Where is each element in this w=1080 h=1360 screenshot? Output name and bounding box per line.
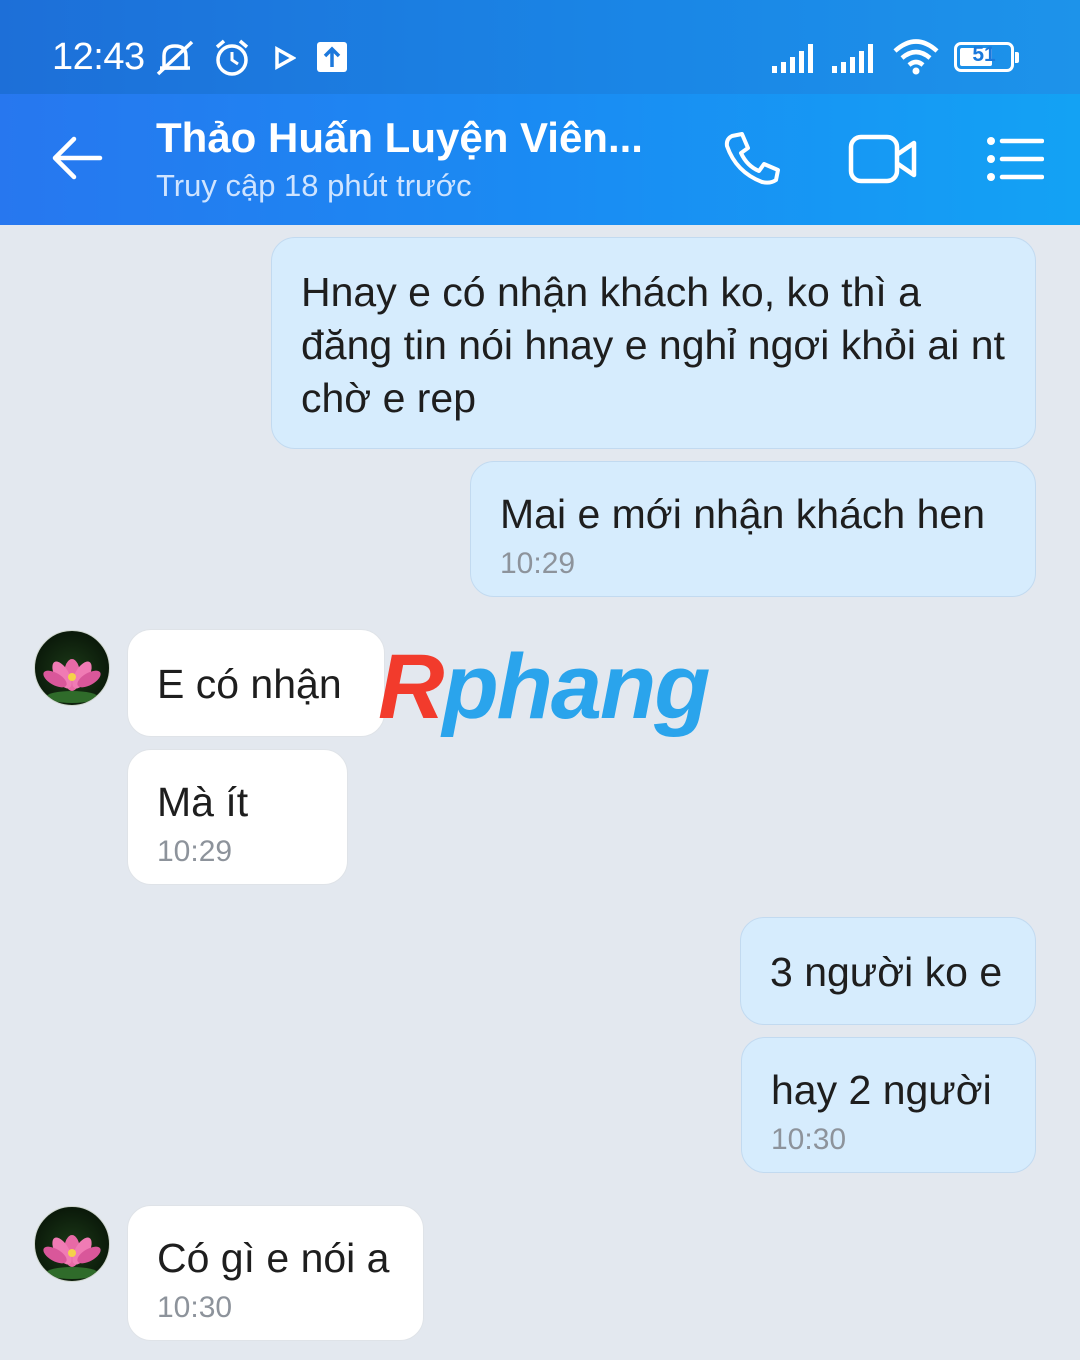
message-time: 10:30 bbox=[157, 1291, 233, 1324]
status-bar: 12:43 51 bbox=[0, 0, 1080, 94]
message-bubble-outgoing[interactable]: 3 người ko e bbox=[740, 917, 1036, 1025]
message-text: E có nhận bbox=[157, 661, 342, 707]
phone-icon[interactable] bbox=[722, 130, 782, 186]
wifi-icon bbox=[893, 39, 939, 75]
message-time: 10:29 bbox=[500, 547, 576, 580]
message-text: Có gì e nói a bbox=[157, 1235, 390, 1281]
upload-icon bbox=[317, 42, 347, 72]
message-text: Hnay e có nhận khách ko, ko thì a đăng t… bbox=[301, 269, 1005, 421]
watermark-logo: Rphang bbox=[378, 636, 710, 738]
play-icon bbox=[275, 46, 296, 70]
alarm-icon bbox=[215, 39, 249, 76]
contact-avatar[interactable] bbox=[34, 1206, 110, 1282]
menu-list-icon[interactable] bbox=[986, 136, 1044, 182]
message-bubble-incoming[interactable]: Có gì e nói a 10:30 bbox=[127, 1205, 424, 1341]
signal-icon bbox=[772, 44, 813, 73]
status-time: 12:43 bbox=[52, 36, 145, 78]
message-bubble-outgoing[interactable]: Mai e mới nhận khách hen 10:29 bbox=[470, 461, 1036, 597]
chat-header: Thảo Huấn Luyện Viên... Truy cập 18 phút… bbox=[0, 94, 1080, 225]
message-bubble-outgoing[interactable]: hay 2 người 10:30 bbox=[741, 1037, 1036, 1173]
battery-icon: 51 bbox=[954, 42, 1019, 72]
message-text: 3 người ko e bbox=[770, 949, 1003, 995]
mute-bell-icon bbox=[156, 40, 194, 76]
message-time: 10:30 bbox=[771, 1123, 847, 1156]
message-time: 10:29 bbox=[157, 835, 233, 868]
message-bubble-incoming[interactable]: Mà ít 10:29 bbox=[127, 749, 348, 885]
lotus-icon bbox=[43, 659, 101, 703]
back-arrow-icon[interactable] bbox=[50, 134, 104, 182]
message-text: Mai e mới nhận khách hen bbox=[500, 491, 985, 537]
message-text: Mà ít bbox=[157, 779, 249, 825]
last-seen-status: Truy cập 18 phút trước bbox=[156, 168, 472, 203]
message-bubble-outgoing[interactable]: Hnay e có nhận khách ko, ko thì a đăng t… bbox=[271, 237, 1036, 449]
signal-icon bbox=[832, 44, 873, 73]
message-bubble-incoming[interactable]: E có nhận bbox=[127, 629, 385, 737]
video-icon[interactable] bbox=[848, 134, 918, 184]
contact-name[interactable]: Thảo Huấn Luyện Viên... bbox=[156, 114, 643, 162]
battery-level: 51 bbox=[972, 43, 996, 66]
lotus-icon bbox=[43, 1235, 101, 1279]
message-text: hay 2 người bbox=[771, 1067, 992, 1113]
contact-avatar[interactable] bbox=[34, 630, 110, 706]
message-list[interactable]: Hnay e có nhận khách ko, ko thì a đăng t… bbox=[0, 225, 1080, 1360]
